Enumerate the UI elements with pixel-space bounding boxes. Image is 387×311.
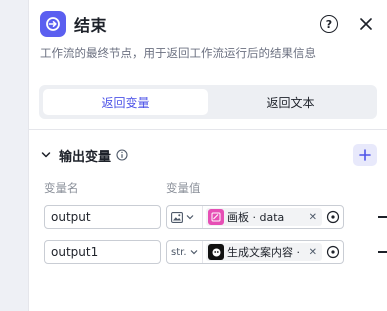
target-icon[interactable] <box>325 244 341 260</box>
close-icon[interactable]: ✕ <box>309 247 317 258</box>
variable-row: output 画板 · data ✕ <box>44 205 387 229</box>
close-icon[interactable]: ✕ <box>309 212 317 223</box>
remove-row-button[interactable] <box>378 216 387 218</box>
info-icon[interactable] <box>116 149 128 161</box>
type-selector[interactable]: str. <box>167 241 203 263</box>
help-icon[interactable]: ? <box>320 15 338 33</box>
column-header-name: 变量名 <box>44 181 79 195</box>
end-node-panel: 结束 ? 工作流的最终节点，用于返回工作流运行后的结果信息 返回变量 返回文本 … <box>28 0 387 311</box>
reference-text: 生成文案内容 · <box>227 246 300 259</box>
return-mode-switch: 返回变量 返回文本 <box>39 85 377 119</box>
variable-value-field: 画板 · data ✕ <box>166 205 344 229</box>
node-description: 工作流的最终节点，用于返回工作流运行后的结果信息 <box>40 46 316 60</box>
variable-name-input[interactable]: output1 <box>44 240 161 264</box>
column-headers: 变量名 变量值 <box>44 180 377 195</box>
target-icon[interactable] <box>325 209 341 225</box>
type-label: str. <box>171 246 187 258</box>
close-icon[interactable] <box>357 15 375 33</box>
variable-reference-tag: 生成文案内容 · ✕ <box>206 243 322 261</box>
end-node-icon <box>40 11 66 37</box>
panel-header: 结束 ? <box>40 11 375 37</box>
type-selector[interactable] <box>167 206 203 228</box>
canvas-backdrop <box>0 0 28 311</box>
variable-reference-tag: 画板 · data ✕ <box>206 208 322 226</box>
tab-return-variable[interactable]: 返回变量 <box>43 89 208 115</box>
page-title: 结束 <box>74 16 108 35</box>
chevron-down-icon <box>190 250 197 255</box>
variable-name-input[interactable]: output <box>44 205 161 229</box>
column-header-value: 变量值 <box>166 181 201 195</box>
image-icon <box>171 211 183 223</box>
section-divider <box>29 129 387 130</box>
variable-row: output1 str. 生成文案内容 · ✕ <box>44 240 387 264</box>
plus-icon <box>359 149 371 161</box>
tab-return-text[interactable]: 返回文本 <box>208 89 373 115</box>
canvas-icon <box>208 209 224 225</box>
ai-text-icon <box>208 244 224 260</box>
chevron-down-icon[interactable] <box>41 150 51 160</box>
reference-text: 画板 · data <box>227 211 285 224</box>
output-section-header: 输出变量 <box>41 144 377 166</box>
section-title: 输出变量 <box>59 149 112 165</box>
chevron-down-icon <box>186 215 194 220</box>
add-variable-button[interactable] <box>353 144 377 166</box>
variable-value-field: str. 生成文案内容 · ✕ <box>166 240 344 264</box>
remove-row-button[interactable] <box>378 251 387 253</box>
